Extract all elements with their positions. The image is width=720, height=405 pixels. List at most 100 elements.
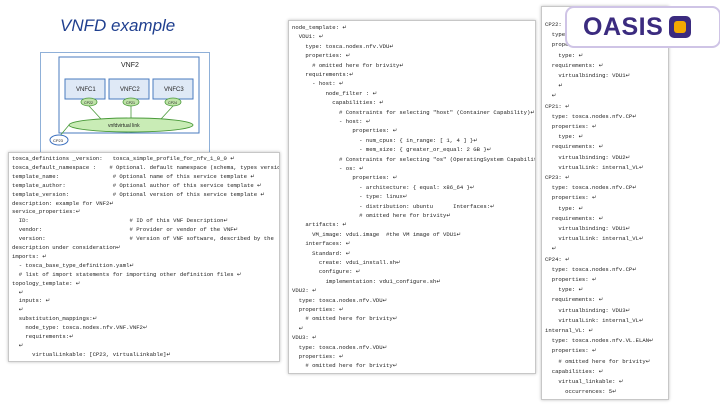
code-line: CP23: ↵	[545, 174, 570, 181]
code-line: properties: ↵	[292, 127, 398, 135]
cp23-label: CP23	[53, 138, 64, 143]
oasis-logo-text: OASIS	[583, 12, 664, 41]
code-line: type: tosca.nodes.nfv.VDU↵	[292, 42, 395, 50]
code-line: ID: # ID of this VNF Description↵	[12, 217, 229, 225]
code-line: interfaces: ↵	[292, 240, 351, 248]
code-line: type: tosca.nodes.nfv.VL.ELAN↵	[545, 337, 654, 345]
code-line: capabilities: ↵	[292, 99, 384, 107]
code-line: ↵	[12, 341, 24, 349]
vnfc1-label: VNFC1	[76, 87, 96, 93]
code-line: type: ↵	[545, 133, 584, 141]
code-line: node_template: ↵	[292, 24, 348, 31]
vnfc3-label: VNFC3	[164, 87, 184, 93]
code-line: VDU3: ↵	[292, 334, 317, 342]
code-line: - mem_size: { greater_or_equal: 2 GB }↵	[292, 146, 492, 154]
cp21-label: CP21	[126, 101, 135, 105]
slide-title: VNFD example	[60, 16, 176, 35]
code-line: properties: ↵	[292, 353, 344, 360]
code-line: Standard: ↵	[292, 249, 351, 257]
code-line: properties: ↵	[545, 123, 597, 130]
code-line: create: vdu1_install.sh↵	[292, 259, 401, 266]
code-pane-right: CP22: ↵ type: tosca.nodes.nfv.CP↵ proper…	[541, 6, 669, 400]
cp24-label: CP24	[168, 101, 177, 105]
code-line: # Constraints for selecting "host" (Cont…	[292, 108, 536, 116]
code-line: topology_template: ↵	[12, 279, 81, 287]
code-line: properties: ↵	[292, 174, 398, 182]
code-line: # omitted here for brivity↵	[292, 61, 405, 69]
code-line: properties: ↵	[545, 347, 597, 355]
code-line: virtualLink: internal_VL↵	[545, 235, 644, 243]
code-line: properties: ↵	[545, 194, 597, 202]
code-line: virtualLink: internal_VL↵	[545, 316, 644, 324]
code-line: type: ↵	[545, 204, 584, 212]
code-line: - num_cpus: { in_range: [ 1, 4 ] }↵	[292, 136, 478, 144]
code-line: # list of import statements for importin…	[12, 270, 242, 278]
code-line: vendor: # Provider or vendor of the VNF↵	[12, 226, 239, 234]
code-line: description under consideration↵	[12, 244, 121, 251]
code-line: virtualbinding: VDU2↵	[545, 153, 631, 161]
code-line: type: ↵	[545, 51, 584, 59]
code-line: requirements: ↵	[545, 61, 604, 69]
code-line: VM_image: vdu1.image #the VM image of VD…	[292, 230, 462, 238]
code-line: node_filter : ↵	[292, 89, 378, 97]
code-line: virtualbinding: VDU1↵	[545, 225, 631, 232]
code-pane-middle: node_template: ↵ VDU1: ↵ type: tosca.nod…	[288, 20, 536, 374]
code-line: - architecture: { equal: x86_64 }↵	[292, 183, 475, 191]
vnf2-label: VNF2	[121, 62, 139, 69]
code-line: ↵	[545, 92, 557, 100]
code-line: tosca_definitions _version: tosca_simple…	[12, 155, 235, 162]
code-line: - os: ↵	[292, 165, 364, 172]
code-line: requirements:↵	[292, 71, 354, 78]
code-line: capabilities: ↵	[545, 367, 604, 375]
code-line: requirements: ↵	[545, 143, 604, 151]
code-line: ↵	[545, 82, 564, 90]
code-line: type: tosca.nodes.nfv.VDU↵	[292, 296, 388, 304]
code-line: version: # Version of VNF software, desc…	[12, 235, 274, 243]
code-line: template_version: # Optional version of …	[12, 190, 266, 198]
code-line: requirements: ↵	[545, 214, 604, 222]
code-line: type: tosca.nodes.nfv.CP↵	[545, 265, 637, 273]
vnf-diagram: VNF2 VNFC1 VNFC2 VNFC3 CP22 CP21 CP24 vn…	[40, 52, 210, 156]
code-line: virtualLinkable: [CP23, virtualLinkable]…	[12, 350, 172, 358]
code-line: requirements: ↵	[545, 296, 604, 304]
code-line: service_properties:↵	[12, 208, 81, 216]
code-line: imports: ↵	[12, 252, 47, 260]
code-line: virtualbinding: VDU1↵	[545, 72, 631, 79]
code-line: inputs: ↵	[12, 297, 51, 305]
code-line: tosca_default_namespace : # Optional. de…	[12, 163, 280, 171]
code-line: VDU2: ↵	[292, 287, 317, 295]
code-line: # Constraints for selecting "os" (Operat…	[292, 155, 536, 163]
code-line: type: tosca.nodes.nfv.VDU↵	[292, 343, 388, 351]
code-line: internal_VL: ↵	[545, 327, 594, 334]
code-line: requirements:↵	[12, 333, 74, 340]
code-line: - host: ↵	[292, 80, 344, 88]
code-line: ↵	[12, 306, 24, 314]
code-line: # omitted here for brivity↵	[545, 357, 651, 365]
code-line: ↵	[292, 324, 304, 332]
code-line: properties: ↵	[292, 52, 351, 60]
cp22-label: CP22	[84, 101, 93, 105]
code-line: - distribution: ubuntu Interfaces:↵	[292, 202, 495, 210]
code-line: virtual_linkable: ↵	[545, 378, 624, 385]
virtual-link-label: vnfdvirtual link	[108, 123, 140, 129]
code-line: virtualbinding: VDU3↵	[545, 306, 631, 314]
code-line: - type: linux↵	[292, 193, 408, 201]
code-line: description: example for VNF2↵	[12, 199, 115, 207]
code-pane-left: tosca_definitions _version: tosca_simple…	[8, 152, 280, 362]
oasis-logo-icon	[669, 16, 692, 38]
code-line: template_name: # Optional name of this s…	[12, 172, 256, 180]
code-line: - tosca_base_type_definition.yaml↵	[12, 261, 135, 269]
code-line: type: tosca.nodes.nfv.CP↵	[545, 184, 637, 192]
code-line: artifacts: ↵	[292, 221, 348, 229]
code-line: node_type: tosca.nodes.nfv.VNF.VNF2↵	[12, 324, 148, 332]
code-line: substitution_mappings:↵	[12, 315, 98, 323]
code-line: ↵	[545, 245, 557, 253]
code-line: # omitted here for brivity↵	[292, 315, 398, 323]
code-line: VDU1: ↵	[292, 33, 324, 41]
code-line: template_author: # Optional author of th…	[12, 181, 262, 189]
code-line: - host: ↵	[292, 118, 371, 125]
code-line: properties: ↵	[292, 306, 344, 313]
code-line: ↵	[12, 288, 24, 296]
vnfc2-label: VNFC2	[120, 87, 140, 93]
code-line: # omitted here for brivity↵	[292, 362, 398, 370]
